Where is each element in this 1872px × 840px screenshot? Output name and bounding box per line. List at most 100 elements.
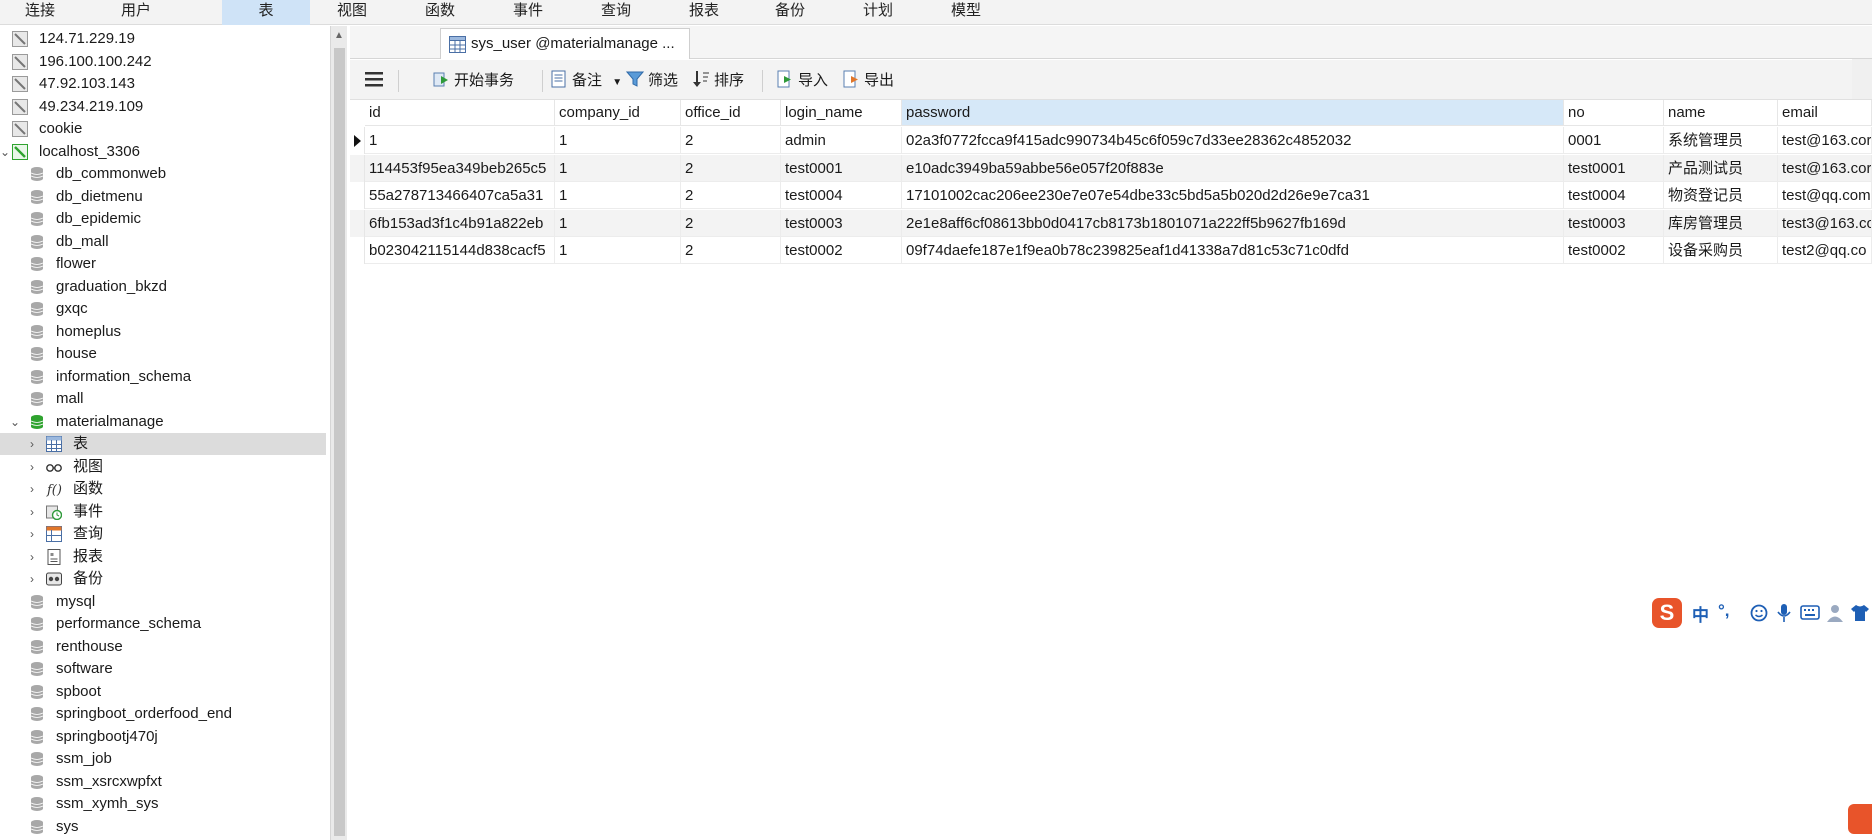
tab-sys-user[interactable]: sys_user @materialmanage ... (440, 28, 690, 59)
tree-item-database[interactable]: ssm_job (0, 748, 326, 770)
cell-no[interactable]: test0003 (1564, 209, 1664, 237)
cell-name[interactable]: 库房管理员 (1664, 209, 1778, 237)
table-row[interactable]: 1 1 2 admin 02a3f0772fcca9f415adc990734b45c6… (350, 127, 1872, 154)
tree-item-database[interactable]: db_epidemic (0, 208, 326, 230)
memo-button[interactable]: 备注 ▼ (550, 70, 622, 92)
chevron-right-icon[interactable]: › (25, 523, 39, 545)
cell-login-name[interactable]: test0003 (781, 209, 902, 237)
chevron-right-icon[interactable]: › (25, 433, 39, 455)
dropdown-arrow-icon[interactable]: ▼ (612, 77, 622, 88)
tree-item-database[interactable]: graduation_bkzd (0, 276, 326, 298)
column-header-login-name[interactable]: login_name (781, 100, 902, 126)
tree-item-database[interactable]: db_mall (0, 231, 326, 253)
cell-office-id[interactable]: 2 (681, 154, 781, 182)
column-header-name[interactable]: name (1664, 100, 1778, 126)
chevron-down-icon[interactable]: ⌄ (8, 411, 22, 433)
cell-login-name[interactable]: test0004 (781, 182, 902, 209)
tree-item-database[interactable]: renthouse (0, 636, 326, 658)
column-header-password[interactable]: password (902, 100, 1564, 126)
cell-password[interactable]: 09f74daefe187e1f9ea0b78c239825eaf1d41338… (902, 237, 1564, 264)
cell-login-name[interactable]: test0001 (781, 154, 902, 182)
column-header-email[interactable]: email (1778, 100, 1872, 126)
menu-user[interactable]: 用户 (114, 0, 158, 25)
tree-item-database[interactable]: mall (0, 388, 326, 410)
tree-item-localhost[interactable]: ⌄ localhost_3306 (0, 141, 326, 163)
menu-view[interactable]: 视图 (330, 0, 374, 25)
cell-id[interactable]: 114453f95ea349beb265c5 (365, 154, 555, 182)
cell-company-id[interactable]: 1 (555, 154, 681, 182)
tree-item-node[interactable]: › f() 函数 (0, 478, 326, 500)
tree-item-database[interactable]: ssm_xymh_sys (0, 793, 326, 815)
tree-item-node[interactable]: › 表 (0, 433, 326, 455)
import-button[interactable]: 导入 (776, 70, 828, 92)
tree-item-database[interactable]: spboot (0, 681, 326, 703)
tree-item-database[interactable]: homeplus (0, 321, 326, 343)
tree-item-database[interactable]: ssm_xsrcxwpfxt (0, 771, 326, 793)
tree-item-database[interactable]: db_commonweb (0, 163, 326, 185)
emoji-icon[interactable] (1750, 604, 1768, 622)
menu-table[interactable]: 表 (222, 0, 310, 25)
cell-no[interactable]: test0004 (1564, 182, 1664, 209)
tree-item-node[interactable]: › 查询 (0, 523, 326, 545)
tree-item-database[interactable]: house (0, 343, 326, 365)
cell-name[interactable]: 产品测试员 (1664, 154, 1778, 182)
column-header-id[interactable]: id (365, 100, 555, 126)
column-header-company-id[interactable]: company_id (555, 100, 681, 126)
chevron-right-icon[interactable]: › (25, 501, 39, 523)
menu-schedule[interactable]: 计划 (856, 0, 900, 25)
user-skin-icon[interactable] (1826, 603, 1844, 623)
cell-password[interactable]: 17101002cac206ee230e7e07e54dbe33c5bd5a5b… (902, 182, 1564, 209)
tree-item-node[interactable]: › 报表 (0, 546, 326, 568)
sidebar-scrollbar[interactable]: ▲ (330, 26, 347, 840)
cell-login-name[interactable]: test0002 (781, 237, 902, 264)
menu-connection[interactable]: 连接 (18, 0, 62, 25)
ime-language[interactable]: 中 (1692, 601, 1709, 626)
cell-name[interactable]: 设备采购员 (1664, 237, 1778, 264)
cell-name[interactable]: 物资登记员 (1664, 182, 1778, 209)
cell-no[interactable]: 0001 (1564, 127, 1664, 154)
cell-email[interactable]: test@163.cor (1778, 127, 1872, 154)
tree-item-database[interactable]: information_schema (0, 366, 326, 388)
sort-button[interactable]: 排序 (692, 70, 744, 92)
cell-email[interactable]: test2@qq.co (1778, 237, 1872, 264)
tree-item-node[interactable]: › 视图 (0, 456, 326, 478)
row-selector[interactable] (350, 209, 365, 237)
cell-name[interactable]: 系统管理员 (1664, 127, 1778, 154)
cell-email[interactable]: test@163.cor (1778, 154, 1872, 182)
column-header-no[interactable]: no (1564, 100, 1664, 126)
cell-id[interactable]: 55a278713466407ca5a31 (365, 182, 555, 209)
chevron-right-icon[interactable]: › (25, 546, 39, 568)
tree-item-database[interactable]: flower (0, 253, 326, 275)
table-row[interactable]: 114453f95ea349beb265c5 1 2 test0001 e10adc39… (350, 154, 1872, 182)
cell-email[interactable]: test@qq.com (1778, 182, 1872, 209)
menu-query[interactable]: 查询 (594, 0, 638, 25)
menu-toggle-button[interactable] (364, 70, 384, 92)
cell-company-id[interactable]: 1 (555, 237, 681, 264)
tree-item-node[interactable]: › 备份 (0, 568, 326, 590)
cell-no[interactable]: test0001 (1564, 154, 1664, 182)
scroll-up-icon[interactable]: ▲ (334, 30, 344, 41)
cell-id[interactable]: 1 (365, 127, 555, 154)
scroll-thumb[interactable] (334, 48, 345, 836)
tree-item-connection[interactable]: cookie (0, 118, 326, 140)
export-button[interactable]: 导出 (842, 70, 894, 92)
begin-transaction-button[interactable]: 开始事务 (432, 70, 514, 92)
table-row[interactable]: 55a278713466407ca5a31 1 2 test0004 17101002c… (350, 182, 1872, 209)
cell-office-id[interactable]: 2 (681, 182, 781, 209)
sogou-mini-icon[interactable] (1848, 804, 1872, 834)
filter-button[interactable]: 筛选 (626, 70, 678, 92)
cell-office-id[interactable]: 2 (681, 237, 781, 264)
cell-password[interactable]: 02a3f0772fcca9f415adc990734b45c6f059c7d3… (902, 127, 1564, 154)
cell-login-name[interactable]: admin (781, 127, 902, 154)
menu-model[interactable]: 模型 (944, 0, 988, 25)
row-selector[interactable] (350, 154, 365, 182)
grid-scrollbar[interactable] (1852, 59, 1872, 99)
row-selector[interactable] (350, 182, 365, 209)
column-header-office-id[interactable]: office_id (681, 100, 781, 126)
row-selector[interactable] (350, 237, 365, 264)
tree-item-materialmanage[interactable]: ⌄ materialmanage (0, 411, 326, 433)
cell-company-id[interactable]: 1 (555, 209, 681, 237)
tree-item-connection[interactable]: 47.92.103.143 (0, 73, 326, 95)
menu-event[interactable]: 事件 (506, 0, 550, 25)
tree-item-connection[interactable]: 124.71.229.19 (0, 28, 326, 50)
